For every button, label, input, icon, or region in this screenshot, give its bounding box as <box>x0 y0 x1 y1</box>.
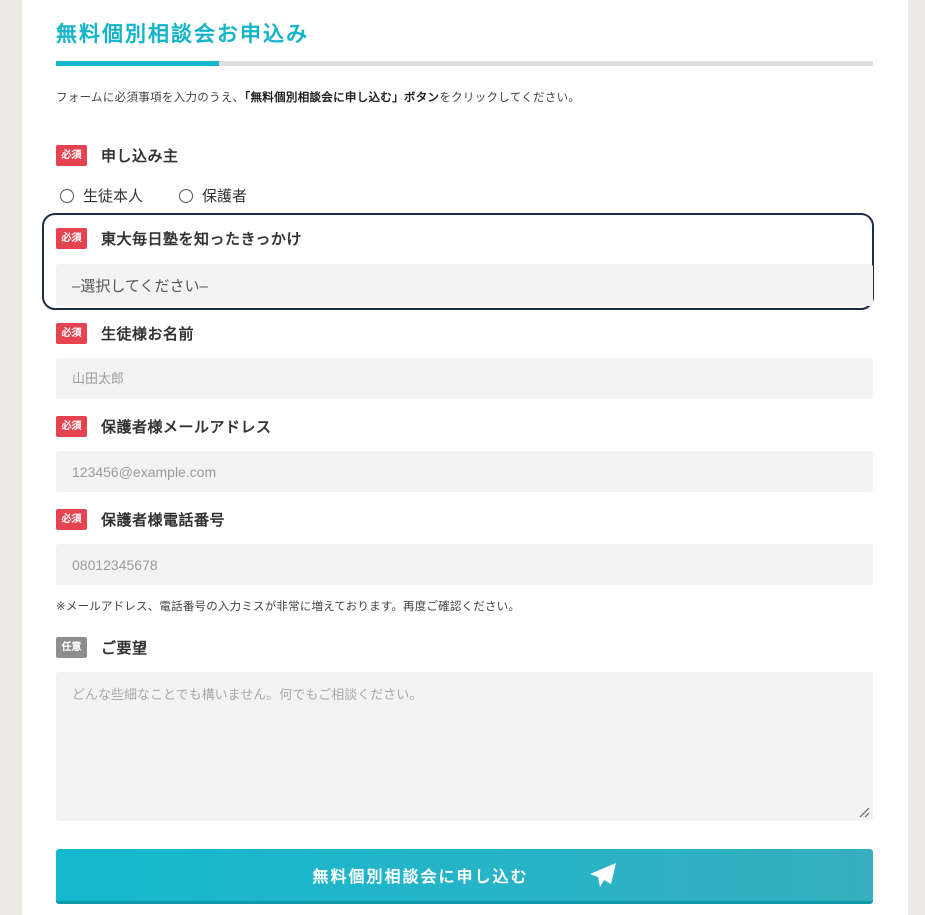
intro-suffix: をクリックしてください。 <box>439 90 581 104</box>
referral-selected-value: –選択してください– <box>72 277 208 295</box>
resize-handle-icon[interactable] <box>858 806 870 818</box>
applicant-label-row: 必須 申し込み主 <box>56 145 179 166</box>
request-textarea[interactable] <box>56 672 873 821</box>
required-badge: 必須 <box>56 323 87 344</box>
submit-button-label: 無料個別相談会に申し込む <box>312 867 529 886</box>
email-label: 保護者様メールアドレス <box>101 418 272 436</box>
form-instructions: フォームに必須事項を入力のうえ、「無料個別相談会に申し込む」ボタンをクリックして… <box>56 89 580 105</box>
page-title: 無料個別相談会お申込み <box>56 22 309 46</box>
student-name-label: 生徒様お名前 <box>101 325 195 343</box>
student-name-input[interactable] <box>56 358 873 399</box>
applicant-label: 申し込み主 <box>101 147 179 165</box>
radio-guardian-label: 保護者 <box>202 187 248 205</box>
phone-label: 保護者様電話番号 <box>101 511 226 529</box>
required-badge: 必須 <box>56 416 87 437</box>
radio-student-label: 生徒本人 <box>83 187 144 205</box>
intro-prefix: フォームに必須事項を入力のうえ、 <box>56 90 245 104</box>
radio-guardian[interactable]: 保護者 <box>179 185 247 206</box>
intro-bold: 「無料個別相談会に申し込む」ボタン <box>244 90 440 104</box>
input-warning-note: ※メールアドレス、電話番号の入力ミスが非常に増えております。再度ご確認ください。 <box>56 599 521 613</box>
email-label-row: 必須 保護者様メールアドレス <box>56 416 272 437</box>
applicant-radio-group: 生徒本人 保護者 <box>60 185 247 206</box>
required-badge: 必須 <box>56 509 87 530</box>
optional-badge: 任意 <box>56 637 87 658</box>
required-badge: 必須 <box>56 145 87 166</box>
radio-student[interactable]: 生徒本人 <box>60 185 143 206</box>
required-badge: 必須 <box>56 228 87 249</box>
radio-circle-icon[interactable] <box>179 188 194 203</box>
phone-input[interactable] <box>56 544 873 585</box>
submit-button[interactable]: 無料個別相談会に申し込む <box>56 849 873 901</box>
request-label-row: 任意 ご要望 <box>56 637 148 658</box>
referral-select[interactable]: –選択してください– <box>56 264 873 306</box>
request-label: ご要望 <box>101 639 148 657</box>
title-underline-accent <box>56 61 219 66</box>
student-name-label-row: 必須 生徒様お名前 <box>56 323 194 344</box>
radio-circle-icon[interactable] <box>60 188 74 203</box>
referral-label: 東大毎日塾を知ったきっかけ <box>101 230 302 248</box>
phone-label-row: 必須 保護者様電話番号 <box>56 509 225 530</box>
paper-plane-icon <box>589 863 616 887</box>
email-input[interactable] <box>56 451 873 492</box>
referral-label-row: 必須 東大毎日塾を知ったきっかけ <box>56 228 302 249</box>
